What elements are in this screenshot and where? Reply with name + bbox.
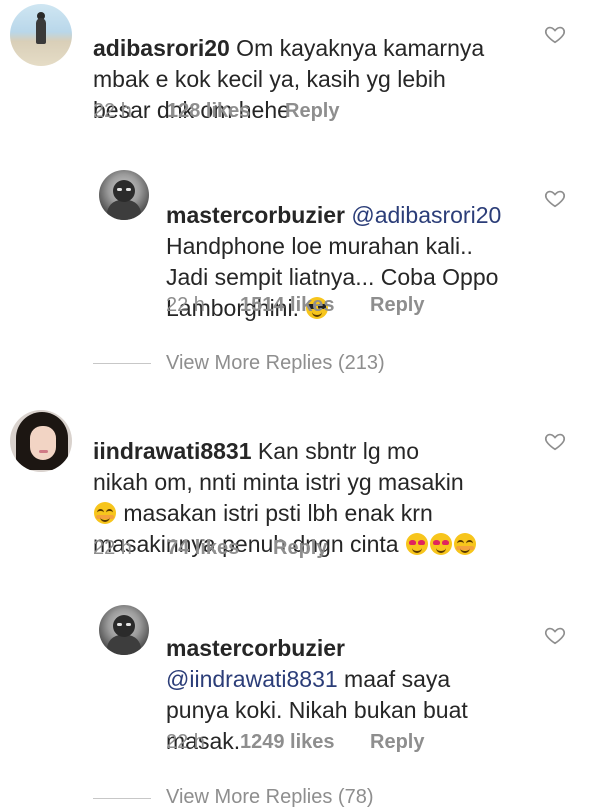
comment-likes[interactable]: 1514 likes: [240, 294, 335, 317]
reply-text: mastercorbuzier @adibasrori20 Handphone …: [166, 169, 536, 324]
heart-outline-icon[interactable]: [544, 430, 566, 452]
heart-outline-icon[interactable]: [544, 624, 566, 646]
avatar[interactable]: [10, 410, 72, 472]
heart-eyes-emoji: [406, 533, 428, 555]
comment-username[interactable]: iindrawati8831: [93, 438, 252, 464]
smiling-face-emoji: [94, 502, 116, 524]
comment-username[interactable]: mastercorbuzier: [166, 202, 345, 228]
avatar[interactable]: [10, 4, 72, 66]
heart-eyes-emoji: [430, 533, 452, 555]
mention-link[interactable]: @adibasrori20: [351, 202, 501, 228]
reply-button[interactable]: Reply: [273, 537, 327, 560]
reply-text: mastercorbuzier @iindrawati8831 maaf say…: [166, 602, 536, 757]
comment-likes[interactable]: 74 likes: [167, 537, 239, 560]
view-more-replies-button[interactable]: View More Replies (78): [166, 786, 374, 809]
comment-likes[interactable]: 1249 likes: [240, 731, 335, 754]
comment-time: 22 h: [93, 537, 132, 559]
divider: [93, 363, 151, 364]
divider: [93, 798, 151, 799]
heart-outline-icon[interactable]: [544, 23, 566, 45]
comment-time: 22 h: [93, 100, 132, 122]
reply-button[interactable]: Reply: [370, 731, 424, 754]
reply-button[interactable]: Reply: [285, 100, 339, 123]
comment-username[interactable]: mastercorbuzier: [166, 635, 345, 661]
avatar[interactable]: [99, 605, 149, 655]
reply-button[interactable]: Reply: [370, 294, 424, 317]
view-more-replies-button[interactable]: View More Replies (213): [166, 352, 385, 375]
comment-likes[interactable]: 128 likes: [167, 100, 250, 123]
mention-link[interactable]: @iindrawati8831: [166, 666, 338, 692]
comment-body-continued: masakan istri psti lbh enak krn masakinn…: [93, 500, 433, 557]
comment-time: 22 h: [166, 294, 205, 316]
smiling-face-emoji: [454, 533, 476, 555]
comment-time: 22 h: [166, 731, 205, 753]
avatar[interactable]: [99, 170, 149, 220]
heart-outline-icon[interactable]: [544, 187, 566, 209]
comment-username[interactable]: adibasrori20: [93, 35, 230, 61]
